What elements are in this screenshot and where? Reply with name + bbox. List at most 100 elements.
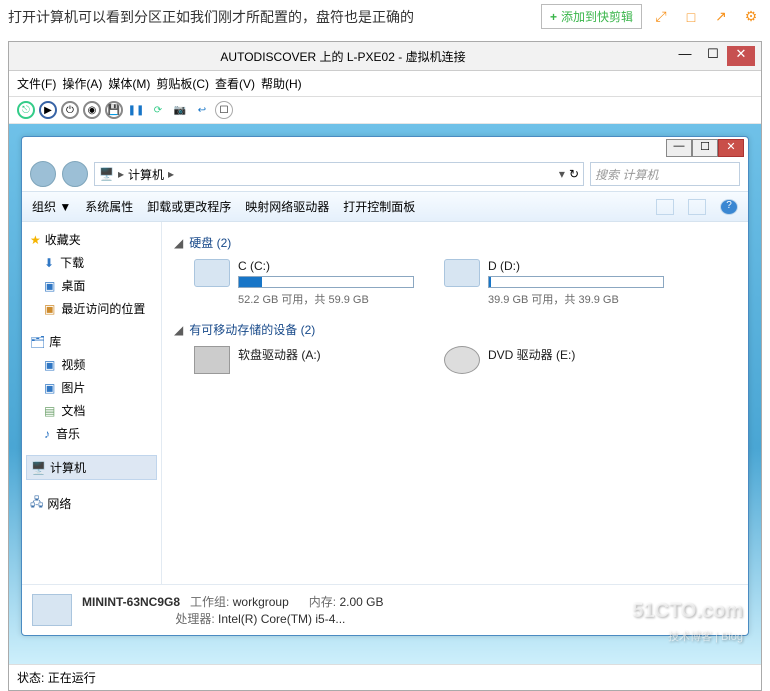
cpu-label: 处理器:: [175, 612, 214, 626]
sidebar-videos[interactable]: ▣视频: [26, 353, 157, 376]
star-icon: ★: [30, 233, 41, 247]
preview-pane-button[interactable]: [688, 199, 706, 215]
chevron-down-icon[interactable]: ▾: [559, 167, 565, 181]
revert-icon[interactable]: ↩: [193, 101, 211, 119]
chevron-down-icon: ◢: [174, 323, 183, 337]
vm-close-button[interactable]: ✕: [727, 46, 755, 66]
memory-value: 2.00 GB: [339, 595, 383, 609]
uninstall-button[interactable]: 卸载或更改程序: [147, 198, 231, 215]
hdd-icon: [194, 259, 230, 287]
vm-toolbar: ⎋ ▶ ⏻ ◉ 💾 ❚❚ ⟳ 📷 ↩ ☐: [9, 97, 761, 124]
sidebar-documents[interactable]: ▤文档: [26, 399, 157, 422]
nav-pane: ★收藏夹 ⬇下载 ▣桌面 ▣最近访问的位置 🗂库 ▣视频 ▣图片 ▤文档 ♪音乐…: [22, 222, 162, 584]
menu-media[interactable]: 媒体(M): [108, 75, 150, 92]
sidebar-network[interactable]: 🖧网络: [26, 490, 157, 517]
address-bar[interactable]: 🖥️ ▸ 计算机 ▸ ▾ ↻: [94, 162, 584, 186]
sidebar-pictures[interactable]: ▣图片: [26, 376, 157, 399]
computer-icon: [32, 594, 72, 626]
drive-d-free: 39.9 GB 可用，共 39.9 GB: [488, 291, 664, 307]
video-icon: ▣: [44, 358, 55, 372]
breadcrumb-computer[interactable]: 计算机: [128, 166, 164, 183]
watermark: 51CTO.com 技术博客 | Blog: [632, 600, 743, 646]
view-icons-button[interactable]: [656, 199, 674, 215]
menu-file[interactable]: 文件(F): [17, 75, 56, 92]
chevron-right-icon: ▸: [118, 167, 124, 181]
sidebar-downloads[interactable]: ⬇下载: [26, 251, 157, 274]
nav-forward-button[interactable]: [62, 161, 88, 187]
explorer-maximize-button[interactable]: ☐: [692, 139, 718, 157]
map-network-button[interactable]: 映射网络驱动器: [245, 198, 329, 215]
refresh-icon[interactable]: ↻: [569, 167, 579, 181]
menu-action[interactable]: 操作(A): [62, 75, 102, 92]
add-to-clip-button[interactable]: + 添加到快剪辑: [541, 4, 642, 29]
pause-icon[interactable]: ❚❚: [127, 101, 145, 119]
reset-icon[interactable]: ⟳: [149, 101, 167, 119]
ctrl-alt-del-icon[interactable]: ⎋: [17, 101, 35, 119]
guest-desktop: — ☐ ✕ 🖥️ ▸ 计算机 ▸ ▾ ↻ 搜索 计算机: [9, 124, 761, 664]
drive-d[interactable]: D (D:) 39.9 GB 可用，共 39.9 GB: [444, 259, 664, 307]
vm-maximize-button[interactable]: ☐: [699, 46, 727, 66]
drive-c[interactable]: C (C:) 52.2 GB 可用，共 59.9 GB: [194, 259, 414, 307]
menu-clipboard[interactable]: 剪贴板(C): [156, 75, 209, 92]
caption-text: 打开计算机可以看到分区正如我们刚才所配置的，盘符也是正确的: [8, 7, 414, 27]
sidebar-recent[interactable]: ▣最近访问的位置: [26, 297, 157, 320]
library-icon: 🗂: [30, 335, 45, 349]
organize-button[interactable]: 组织 ▼: [32, 198, 71, 215]
drive-c-name: C (C:): [238, 259, 414, 273]
vm-titlebar: AUTODISCOVER 上的 L-PXE02 - 虚拟机连接 — ☐ ✕: [9, 42, 761, 71]
drive-c-free: 52.2 GB 可用，共 59.9 GB: [238, 291, 414, 307]
watermark-main: 51CTO.com: [632, 600, 743, 623]
drive-e[interactable]: DVD 驱动器 (E:): [444, 346, 664, 374]
watermark-sub: 技术博客 | Blog: [668, 631, 743, 643]
cpu-value: Intel(R) Core(TM) i5-4...: [218, 612, 345, 626]
plus-icon: +: [550, 10, 557, 24]
enhanced-icon[interactable]: ☐: [215, 101, 233, 119]
menu-help[interactable]: 帮助(H): [261, 75, 302, 92]
vm-minimize-button[interactable]: —: [671, 46, 699, 66]
search-input[interactable]: 搜索 计算机: [590, 162, 740, 186]
sidebar-desktop[interactable]: ▣桌面: [26, 274, 157, 297]
turnoff-icon[interactable]: ⏻: [61, 101, 79, 119]
sidebar-favorites[interactable]: ★收藏夹: [26, 228, 157, 251]
floppy-icon: [194, 346, 230, 374]
status-value: 正在运行: [48, 671, 96, 685]
export-icon[interactable]: ↗: [710, 6, 732, 28]
hdd-icon: [444, 259, 480, 287]
start-icon[interactable]: ▶: [39, 101, 57, 119]
desktop-icon: ▣: [44, 279, 55, 293]
explorer-window: — ☐ ✕ 🖥️ ▸ 计算机 ▸ ▾ ↻ 搜索 计算机: [21, 136, 749, 636]
expand-icon[interactable]: ⤢: [650, 6, 672, 28]
section-hdd[interactable]: ◢硬盘 (2): [174, 234, 736, 251]
sidebar-libraries[interactable]: 🗂库: [26, 330, 157, 353]
sidebar-computer[interactable]: 🖥️计算机: [26, 455, 157, 480]
drive-a[interactable]: 软盘驱动器 (A:): [194, 346, 414, 374]
explorer-minimize-button[interactable]: —: [666, 139, 692, 157]
help-icon[interactable]: ?: [720, 199, 738, 215]
section-removable[interactable]: ◢有可移动存储的设备 (2): [174, 321, 736, 338]
vm-statusbar: 状态: 正在运行: [9, 664, 761, 690]
caption-row: 打开计算机可以看到分区正如我们刚才所配置的，盘符也是正确的 + 添加到快剪辑 ⤢…: [0, 0, 770, 33]
explorer-close-button[interactable]: ✕: [718, 139, 744, 157]
nav-back-button[interactable]: [30, 161, 56, 187]
memory-label: 内存:: [309, 595, 336, 609]
maximize-icon[interactable]: □: [680, 6, 702, 28]
search-placeholder: 搜索 计算机: [595, 166, 658, 183]
save-icon[interactable]: 💾: [105, 101, 123, 119]
computer-icon: 🖥️: [31, 461, 46, 475]
control-panel-button[interactable]: 打开控制面板: [343, 198, 415, 215]
shutdown-icon[interactable]: ◉: [83, 101, 101, 119]
system-properties-button[interactable]: 系统属性: [85, 198, 133, 215]
chevron-right-icon: ▸: [168, 167, 174, 181]
add-to-clip-label: 添加到快剪辑: [561, 8, 633, 25]
drive-e-name: DVD 驱动器 (E:): [488, 346, 664, 363]
sidebar-music[interactable]: ♪音乐: [26, 422, 157, 445]
dvd-icon: [444, 346, 480, 374]
checkpoint-icon[interactable]: 📷: [171, 101, 189, 119]
drive-c-usage-bar: [238, 276, 414, 288]
menu-view[interactable]: 查看(V): [215, 75, 255, 92]
drive-a-name: 软盘驱动器 (A:): [238, 346, 414, 363]
settings-icon[interactable]: ⚙: [740, 6, 762, 28]
chevron-down-icon: ◢: [174, 236, 183, 250]
command-bar: 组织 ▼ 系统属性 卸载或更改程序 映射网络驱动器 打开控制面板 ?: [22, 191, 748, 222]
vm-menubar: 文件(F) 操作(A) 媒体(M) 剪贴板(C) 查看(V) 帮助(H): [9, 71, 761, 97]
